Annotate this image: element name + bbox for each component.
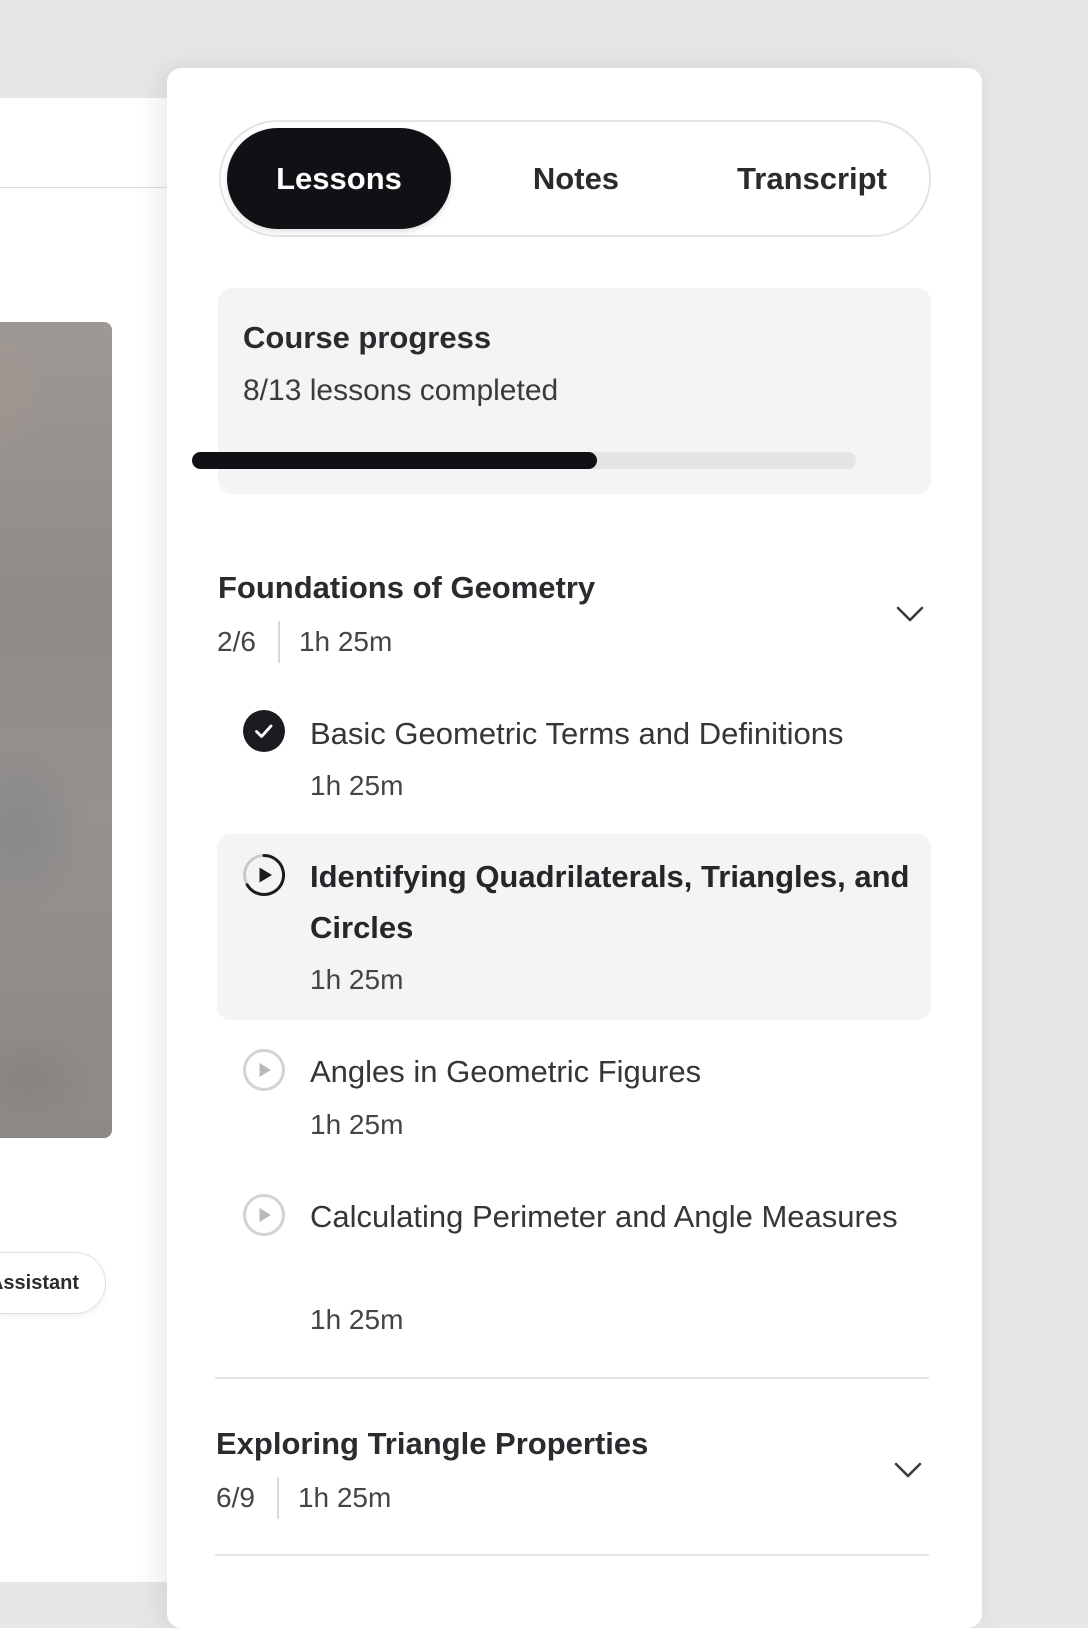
tab-lessons-label: Lessons [276,160,402,196]
play-circle-icon [243,1194,285,1236]
lesson-item[interactable]: Calculating Perimeter and Angle Measures… [217,1174,931,1354]
video-blur [0,1022,100,1132]
lesson-title: Basic Geometric Terms and Definitions [310,716,844,751]
video-player[interactable] [0,322,112,1138]
lesson-title: Angles in Geometric Figures [310,1054,702,1089]
meta-separator [276,1477,279,1519]
check-circle-icon [243,710,285,752]
section-duration: 1h 25m [298,626,393,657]
lesson-duration: 1h 25m [310,964,404,995]
progress-summary: 8/13 lessons completed [243,374,559,407]
section-count: 6/9 [216,1482,255,1513]
section-title[interactable]: Exploring Triangle Properties [216,1426,648,1462]
section-meta: 2/6 1h 25m [217,621,392,663]
video-blur [0,742,90,912]
assistant-button-label: Assistant [0,1271,79,1294]
lesson-duration: 1h 25m [310,1109,404,1140]
lesson-duration: 1h 25m [310,1304,404,1335]
section-meta: 6/9 1h 25m [216,1477,391,1519]
section-title[interactable]: Foundations of Geometry [218,570,595,606]
progress-title: Course progress [243,320,492,355]
lesson-item[interactable]: Angles in Geometric Figures 1h 25m [217,1030,931,1164]
lesson-title: Identifying Quadrilaterals, Triangles, a… [310,859,910,945]
chevron-down-icon[interactable] [893,1460,923,1480]
assistant-button[interactable]: Assistant [0,1252,106,1314]
section-divider [215,1377,929,1379]
play-circle-active-icon [243,853,286,896]
video-blur [0,342,50,462]
meta-separator [277,621,280,663]
lesson-item-current[interactable]: Identifying Quadrilaterals, Triangles, a… [217,834,931,1020]
background-divider [0,187,170,188]
lesson-title: Calculating Perimeter and Angle Measures [310,1199,898,1234]
course-sidebar-panel: Lessons Notes Transcript Course progress… [167,68,982,1628]
section-duration: 1h 25m [297,1482,392,1513]
progress-bar [192,452,856,469]
tab-notes-label: Notes [532,160,620,196]
chevron-down-icon[interactable] [895,604,925,624]
tab-transcript-label: Transcript [737,160,887,196]
tab-lessons[interactable]: Lessons [227,128,451,229]
lesson-duration: 1h 25m [310,770,404,801]
play-circle-icon [243,1049,285,1091]
tab-notes[interactable]: Notes [476,128,676,229]
progress-bar-fill [192,452,598,469]
lesson-item[interactable]: Basic Geometric Terms and Definitions 1h… [217,694,931,828]
tab-transcript[interactable]: Transcript [701,128,923,229]
section-count: 2/6 [217,626,256,657]
section-divider [215,1554,929,1556]
tab-bar: Lessons Notes Transcript [219,120,931,237]
